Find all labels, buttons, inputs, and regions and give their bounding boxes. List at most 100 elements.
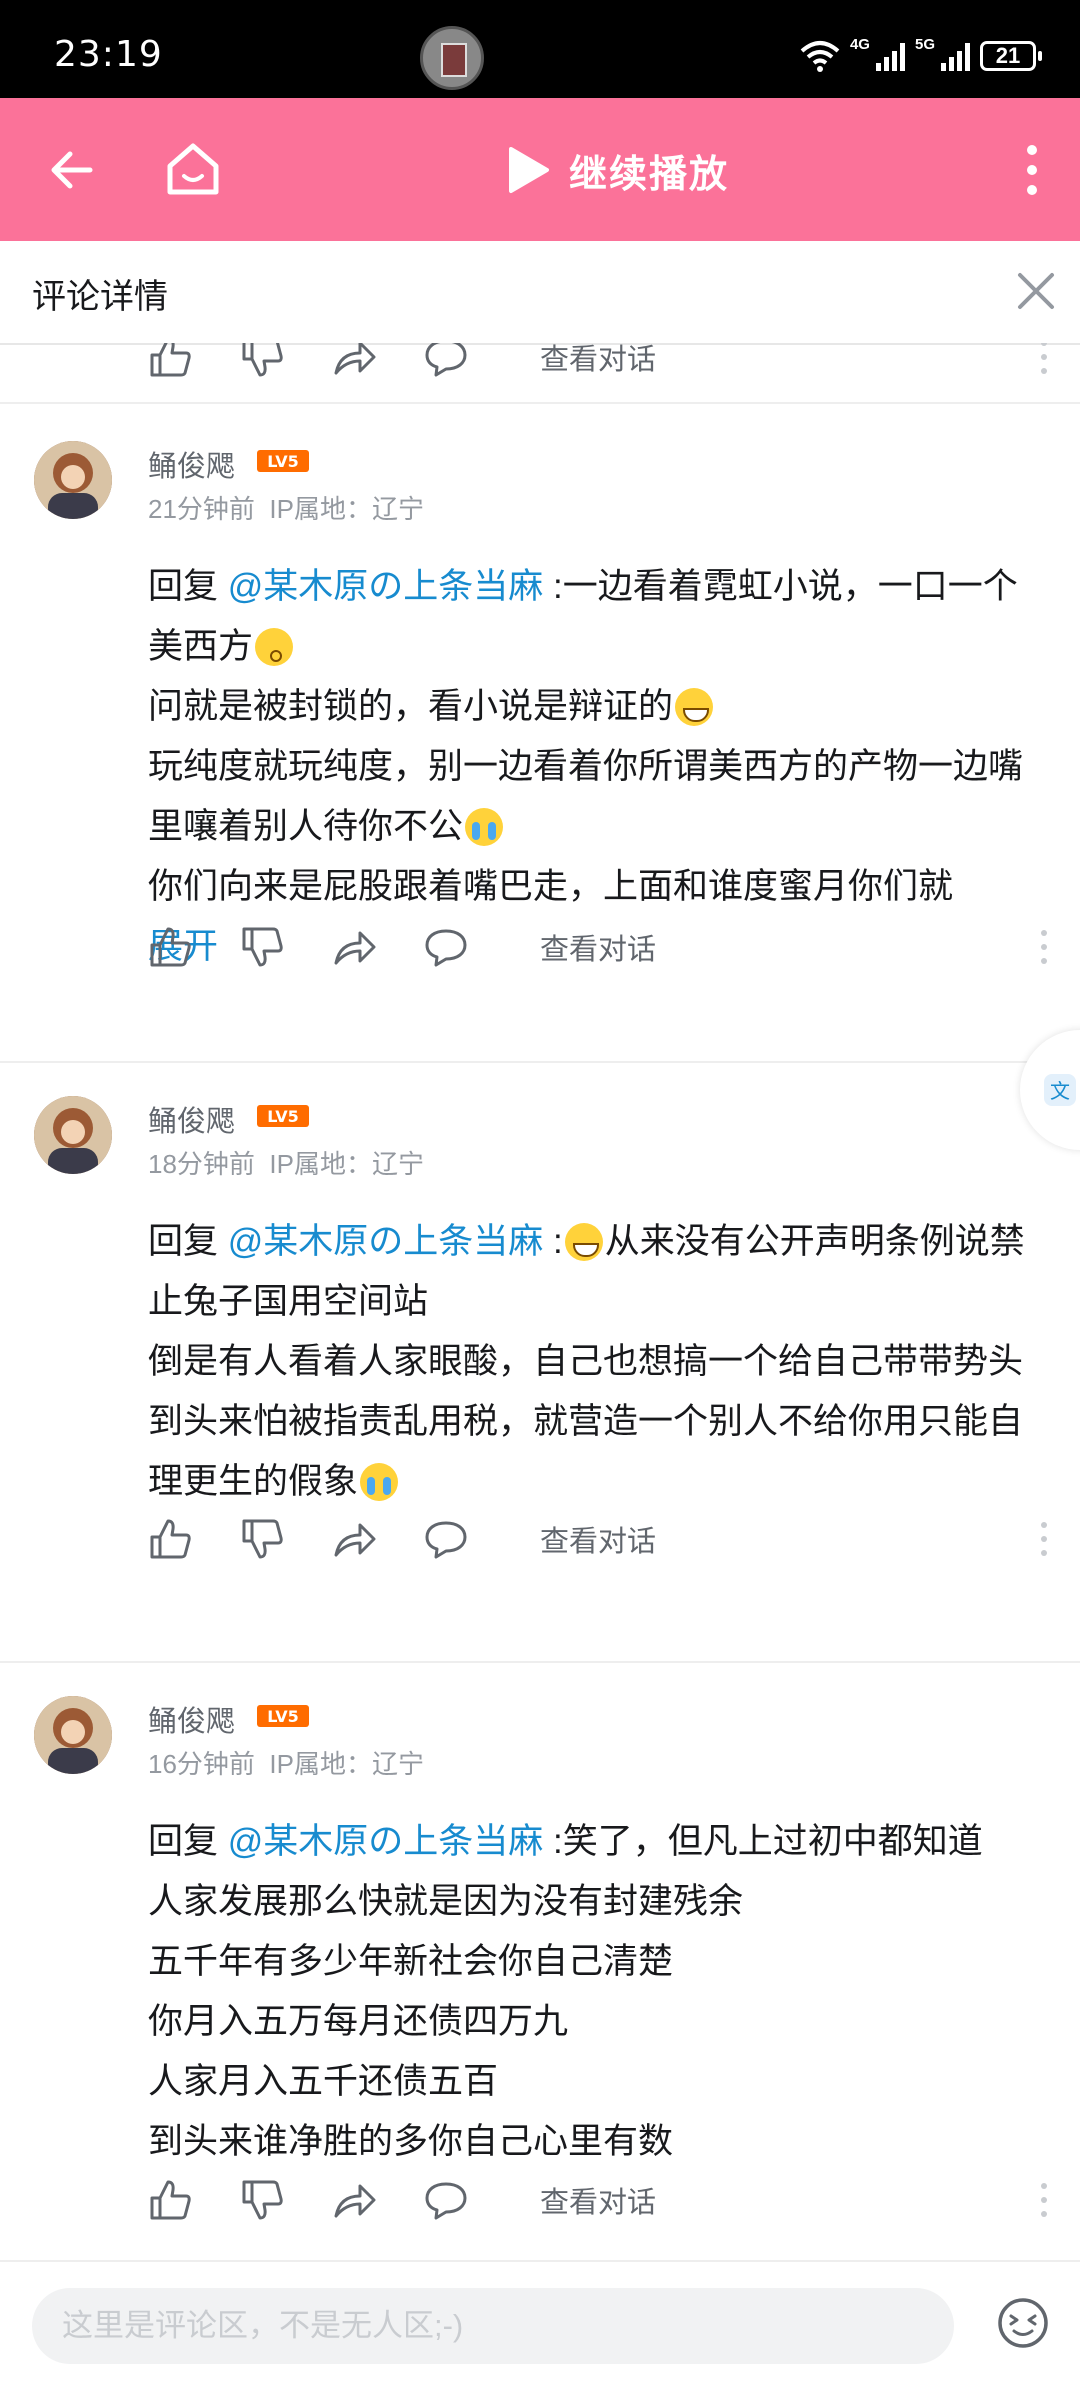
comment-more-button[interactable] — [1040, 2182, 1048, 2218]
comment-bubble-icon — [425, 1521, 467, 1559]
more-vertical-icon — [1027, 145, 1037, 195]
thumbs-up-icon — [150, 343, 191, 377]
status-icons: 4G 5G 21 — [800, 36, 1042, 76]
reply-prefix: 回复 — [148, 1822, 228, 1861]
comment-time: 21分钟前 — [148, 494, 255, 524]
ip-location: IP属地：辽宁 — [269, 1149, 424, 1179]
back-button[interactable] — [44, 142, 100, 198]
level-badge-text: LV5 — [267, 1707, 299, 1726]
share-icon — [334, 1523, 376, 1557]
avatar[interactable] — [34, 1696, 112, 1774]
username[interactable]: 鲬俊飔 — [148, 1098, 235, 1140]
continue-play-button[interactable]: 继续播放 — [505, 142, 729, 198]
status-bar: 23:19 4G 5G 21 — [0, 0, 1080, 98]
home-button[interactable] — [162, 138, 224, 200]
dislike-button[interactable] — [240, 1517, 284, 1561]
comment-detail-header: 评论详情 — [0, 241, 1080, 345]
share-button[interactable] — [332, 1517, 376, 1561]
dislike-button[interactable] — [240, 925, 284, 969]
more-vertical-icon — [1041, 1522, 1047, 1556]
view-dialog-link[interactable]: 查看对话 — [540, 1518, 656, 1560]
grin-emoji-icon — [564, 1223, 603, 1261]
comment-actions: 查看对话 — [148, 923, 1048, 971]
divider — [0, 402, 1080, 404]
share-button[interactable] — [332, 2178, 376, 2222]
thumbs-up-icon — [150, 1519, 191, 1559]
view-dialog-link[interactable]: 查看对话 — [540, 926, 656, 968]
comment-text: 回复 @某木原の上条当麻 :一边看着霓虹小说，一口一个美西方 问就是被封锁的，看… — [148, 557, 1048, 977]
comment-item: 鲬俊飔 LV5 21分钟前 IP属地：辽宁 回复 @某木原の上条当麻 :一边看着… — [0, 441, 1080, 1001]
reply-button[interactable] — [424, 2178, 468, 2222]
app-notification-icon — [420, 26, 484, 90]
avatar-image — [34, 1096, 112, 1174]
comment-input-bar: 这里是评论区，不是无人区;-) — [0, 2260, 1080, 2390]
comment-bubble-icon — [425, 929, 467, 967]
avatar[interactable] — [34, 1096, 112, 1174]
page-title: 评论详情 — [32, 278, 168, 316]
comment-bubble-icon — [425, 2182, 467, 2220]
comment-more-button[interactable] — [1040, 1521, 1048, 1557]
mention-link[interactable]: @某木原の上条当麻 — [228, 567, 544, 606]
crying-emoji-icon — [465, 808, 504, 846]
comment-line: :笑了，但凡上过初中都知道 — [543, 1822, 983, 1861]
emoji-button[interactable] — [996, 2296, 1050, 2350]
username[interactable]: 鲬俊飔 — [148, 1698, 235, 1740]
home-icon — [167, 143, 219, 195]
reply-button[interactable] — [424, 925, 468, 969]
like-button[interactable] — [148, 1517, 192, 1561]
crying-emoji-icon — [360, 1463, 399, 1501]
dislike-button[interactable] — [240, 2178, 284, 2222]
comment-line: 人家发展那么快就是因为没有封建残余 — [148, 1882, 744, 1921]
continue-play-label: 继续播放 — [569, 153, 730, 196]
comment-actions: 查看对话 — [148, 2176, 1048, 2224]
like-button[interactable] — [148, 2178, 192, 2222]
comment-bubble-icon — [425, 343, 467, 377]
signal-icon-1 — [875, 41, 905, 71]
level-badge-icon: LV5 — [257, 1705, 309, 1727]
view-dialog-link[interactable]: 查看对话 — [540, 343, 656, 378]
level-badge-icon: LV5 — [257, 1105, 309, 1127]
comment-line: 到头来谁净胜的多你自己心里有数 — [148, 2122, 674, 2161]
divider — [0, 1061, 1080, 1063]
level-badge-text: LV5 — [267, 1107, 299, 1126]
thumbs-down-icon — [242, 927, 283, 967]
comment-meta: 21分钟前 IP属地：辽宁 — [148, 489, 424, 526]
thumbs-up-icon — [150, 2180, 191, 2220]
avatar-image — [34, 441, 112, 519]
comment-text: 回复 @某木原の上条当麻 : 从来没有公开声明条例说禁止兔子国用空间站 倒是有人看… — [148, 1212, 1048, 1512]
close-button[interactable] — [1014, 269, 1058, 313]
mention-link[interactable]: @某木原の上条当麻 — [228, 1222, 544, 1261]
comment-time: 16分钟前 — [148, 1749, 255, 1779]
back-arrow-icon — [51, 151, 93, 189]
like-button[interactable] — [148, 343, 192, 379]
more-vertical-icon — [1041, 930, 1047, 964]
share-icon — [334, 2184, 376, 2218]
comment-input[interactable]: 这里是评论区，不是无人区;-) — [32, 2288, 954, 2364]
svg-text:文: 文 — [1050, 1079, 1070, 1103]
avatar[interactable] — [34, 441, 112, 519]
comment-item: 鲬俊飔 LV5 16分钟前 IP属地：辽宁 回复 @某木原の上条当麻 :笑了，但… — [0, 1696, 1080, 2256]
share-button[interactable] — [332, 925, 376, 969]
comment-more-button[interactable] — [1040, 343, 1048, 375]
dislike-button[interactable] — [240, 343, 284, 379]
comment-more-button[interactable] — [1040, 929, 1048, 965]
share-button[interactable] — [332, 343, 376, 379]
more-vertical-icon — [1041, 2183, 1047, 2217]
reply-button[interactable] — [424, 1517, 468, 1561]
username[interactable]: 鲬俊飔 — [148, 443, 235, 485]
reply-prefix: 回复 — [148, 1222, 228, 1261]
network-label-2: 5G — [914, 36, 935, 53]
reply-button[interactable] — [424, 343, 468, 379]
status-time: 23:19 — [54, 34, 163, 75]
comment-line: 人家月入五千还债五百 — [148, 2062, 499, 2101]
close-icon — [1018, 273, 1054, 309]
more-vertical-icon — [1041, 343, 1047, 374]
comment-list[interactable]: 查看对话 鲬俊飔 LV5 21分钟前 IP属地：辽宁 回复 @某木原の上条当麻 … — [0, 343, 1080, 2260]
view-dialog-link[interactable]: 查看对话 — [540, 2179, 656, 2221]
comment-time: 18分钟前 — [148, 1149, 255, 1179]
comment-meta: 16分钟前 IP属地：辽宁 — [148, 1744, 424, 1781]
mention-link[interactable]: @某木原の上条当麻 — [228, 1822, 544, 1861]
like-button[interactable] — [148, 925, 192, 969]
more-menu-button[interactable] — [1022, 142, 1042, 198]
level-badge-icon: LV5 — [257, 450, 309, 472]
